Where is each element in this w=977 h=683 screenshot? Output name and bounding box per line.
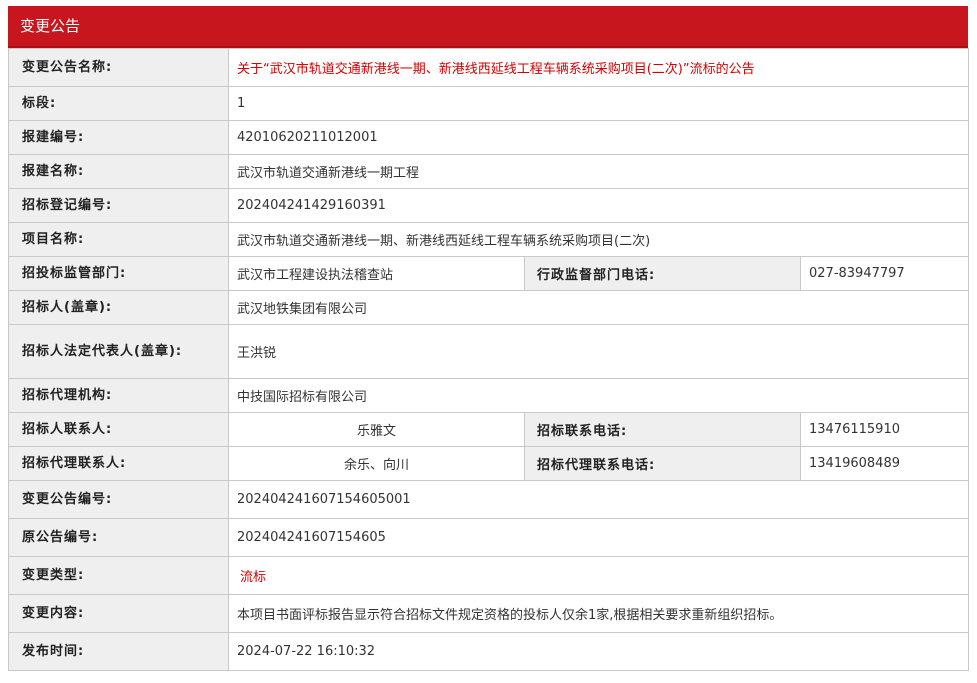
row-section: 标段: 1 <box>8 86 970 121</box>
row-agency-contact: 招标代理联系人: 余乐、向川 招标代理联系电话: 13419608489 <box>8 446 970 481</box>
reg-no-label: 招标登记编号: <box>8 188 229 223</box>
panel-title: 变更公告 <box>8 6 968 48</box>
agency-contact-label: 招标代理联系人: <box>8 446 229 481</box>
tenderer-label: 招标人(盖章): <box>8 290 229 325</box>
row-build-name: 报建名称: 武汉市轨道交通新港线一期工程 <box>8 154 970 189</box>
contact-phone-label: 招标联系电话: <box>524 412 801 447</box>
change-content-label: 变更内容: <box>8 594 229 633</box>
build-name-value: 武汉市轨道交通新港线一期工程 <box>227 154 970 189</box>
change-notice-panel: 变更公告 变更公告名称: 关于“武汉市轨道交通新港线一期、新港线西延线工程车辆系… <box>8 6 970 671</box>
section-label: 标段: <box>8 86 229 121</box>
orig-no-label: 原公告编号: <box>8 518 229 557</box>
reg-no-value: 202404241429160391 <box>227 188 970 223</box>
project-name-label: 项目名称: <box>8 222 229 257</box>
change-content-value: 本项目书面评标报告显示符合招标文件规定资格的投标人仅余1家,根据相关要求重新组织… <box>227 594 970 633</box>
supervisor-value: 武汉市工程建设执法稽查站 <box>228 256 525 291</box>
agency-contact-phone-label: 招标代理联系电话: <box>524 446 801 481</box>
notice-name-value: 关于“武汉市轨道交通新港线一期、新港线西延线工程车辆系统采购项目(二次)”流标的… <box>227 48 970 87</box>
row-project-name: 项目名称: 武汉市轨道交通新港线一期、新港线西延线工程车辆系统采购项目(二次) <box>8 222 970 257</box>
change-type-value: 流标 <box>227 556 970 595</box>
change-no-value: 202404241607154605001 <box>227 480 970 519</box>
row-agency: 招标代理机构: 中技国际招标有限公司 <box>8 378 970 413</box>
row-build-no: 报建编号: 42010620211012001 <box>8 120 970 155</box>
row-change-no: 变更公告编号: 202404241607154605001 <box>8 480 970 519</box>
change-type-label: 变更类型: <box>8 556 229 595</box>
supervisor-phone-label: 行政监督部门电话: <box>524 256 801 291</box>
project-name-value: 武汉市轨道交通新港线一期、新港线西延线工程车辆系统采购项目(二次) <box>227 222 970 257</box>
row-legal-rep: 招标人法定代表人(盖章): 王洪锐 <box>8 324 970 379</box>
legal-rep-value: 王洪锐 <box>227 324 970 379</box>
row-notice-name: 变更公告名称: 关于“武汉市轨道交通新港线一期、新港线西延线工程车辆系统采购项目… <box>8 48 970 87</box>
publish-time-label: 发布时间: <box>8 632 229 671</box>
section-value: 1 <box>227 86 970 121</box>
publish-time-value: 2024-07-22 16:10:32 <box>227 632 970 671</box>
build-no-label: 报建编号: <box>8 120 229 155</box>
row-publish-time: 发布时间: 2024-07-22 16:10:32 <box>8 632 970 671</box>
build-no-value: 42010620211012001 <box>227 120 970 155</box>
supervisor-phone-value: 027-83947797 <box>799 256 970 291</box>
contact-label: 招标人联系人: <box>8 412 229 447</box>
supervisor-label: 招投标监管部门: <box>8 256 229 291</box>
row-orig-no: 原公告编号: 202404241607154605 <box>8 518 970 557</box>
agency-contact-value: 余乐、向川 <box>228 446 525 481</box>
row-supervisor: 招投标监管部门: 武汉市工程建设执法稽查站 行政监督部门电话: 027-8394… <box>8 256 970 291</box>
agency-contact-phone-value: 13419608489 <box>799 446 970 481</box>
row-change-content: 变更内容: 本项目书面评标报告显示符合招标文件规定资格的投标人仅余1家,根据相关… <box>8 594 970 633</box>
row-contact: 招标人联系人: 乐雅文 招标联系电话: 13476115910 <box>8 412 970 447</box>
notice-name-label: 变更公告名称: <box>8 48 229 87</box>
row-reg-no: 招标登记编号: 202404241429160391 <box>8 188 970 223</box>
contact-phone-value: 13476115910 <box>799 412 970 447</box>
build-name-label: 报建名称: <box>8 154 229 189</box>
legal-rep-label: 招标人法定代表人(盖章): <box>8 324 229 379</box>
change-no-label: 变更公告编号: <box>8 480 229 519</box>
agency-value: 中技国际招标有限公司 <box>227 378 970 413</box>
notice-table: 变更公告名称: 关于“武汉市轨道交通新港线一期、新港线西延线工程车辆系统采购项目… <box>8 48 970 671</box>
tenderer-value: 武汉地铁集团有限公司 <box>227 290 970 325</box>
orig-no-value: 202404241607154605 <box>227 518 970 557</box>
row-tenderer: 招标人(盖章): 武汉地铁集团有限公司 <box>8 290 970 325</box>
agency-label: 招标代理机构: <box>8 378 229 413</box>
row-change-type: 变更类型: 流标 <box>8 556 970 595</box>
contact-value: 乐雅文 <box>228 412 525 447</box>
